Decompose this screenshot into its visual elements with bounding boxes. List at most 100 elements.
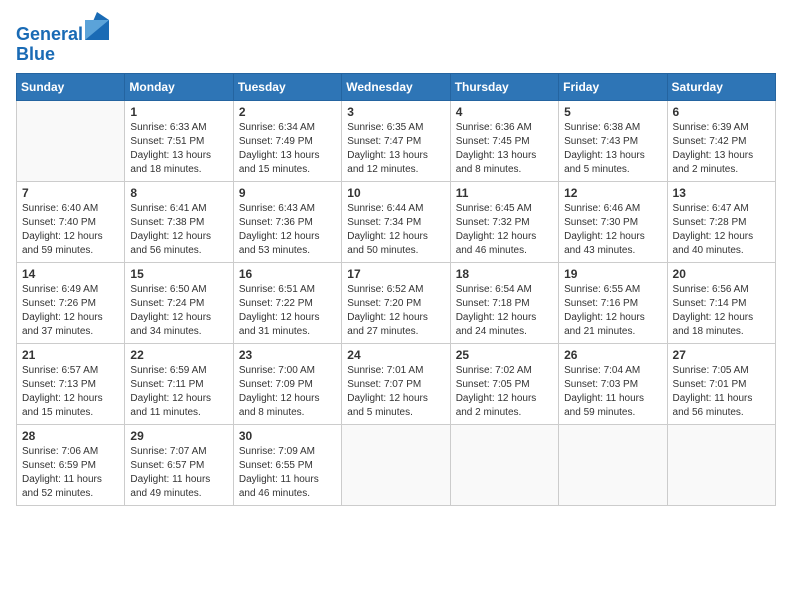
cell-text: Sunset: 7:40 PM xyxy=(22,216,119,230)
cell-text: Sunrise: 6:36 AM xyxy=(456,121,553,135)
cell-text: Sunset: 7:47 PM xyxy=(347,135,444,149)
day-number: 10 xyxy=(347,186,444,200)
page-header: General Blue xyxy=(16,16,776,65)
day-number: 13 xyxy=(673,186,770,200)
logo-general: General xyxy=(16,24,83,44)
cell-text: Daylight: 12 hours xyxy=(239,311,336,325)
day-number: 29 xyxy=(130,429,227,443)
cell-text: and 46 minutes. xyxy=(456,244,553,258)
day-header-tuesday: Tuesday xyxy=(233,73,341,100)
cell-text: Daylight: 12 hours xyxy=(239,392,336,406)
cell-text: Sunrise: 6:47 AM xyxy=(673,202,770,216)
cell-text: Sunset: 7:49 PM xyxy=(239,135,336,149)
calendar-week-4: 28Sunrise: 7:06 AMSunset: 6:59 PMDayligh… xyxy=(17,424,776,505)
cell-text: Sunset: 7:05 PM xyxy=(456,378,553,392)
day-header-wednesday: Wednesday xyxy=(342,73,450,100)
cell-text: Sunrise: 6:38 AM xyxy=(564,121,661,135)
cell-text: Sunset: 6:57 PM xyxy=(130,459,227,473)
cell-text: Daylight: 12 hours xyxy=(22,392,119,406)
day-number: 5 xyxy=(564,105,661,119)
calendar-cell: 10Sunrise: 6:44 AMSunset: 7:34 PMDayligh… xyxy=(342,181,450,262)
calendar-cell: 28Sunrise: 7:06 AMSunset: 6:59 PMDayligh… xyxy=(17,424,125,505)
calendar-week-2: 14Sunrise: 6:49 AMSunset: 7:26 PMDayligh… xyxy=(17,262,776,343)
calendar-week-0: 1Sunrise: 6:33 AMSunset: 7:51 PMDaylight… xyxy=(17,100,776,181)
cell-text: and 59 minutes. xyxy=(22,244,119,258)
cell-text: Sunrise: 6:39 AM xyxy=(673,121,770,135)
cell-text: Daylight: 13 hours xyxy=(130,149,227,163)
day-number: 27 xyxy=(673,348,770,362)
cell-text: Daylight: 12 hours xyxy=(456,392,553,406)
day-number: 20 xyxy=(673,267,770,281)
cell-text: Sunset: 7:30 PM xyxy=(564,216,661,230)
cell-text: and 21 minutes. xyxy=(564,325,661,339)
cell-text: Sunrise: 6:44 AM xyxy=(347,202,444,216)
calendar-cell: 2Sunrise: 6:34 AMSunset: 7:49 PMDaylight… xyxy=(233,100,341,181)
cell-text: Sunrise: 6:52 AM xyxy=(347,283,444,297)
calendar-cell: 21Sunrise: 6:57 AMSunset: 7:13 PMDayligh… xyxy=(17,343,125,424)
calendar-cell xyxy=(667,424,775,505)
cell-text: Sunset: 7:32 PM xyxy=(456,216,553,230)
cell-text: Sunrise: 7:00 AM xyxy=(239,364,336,378)
cell-text: and 5 minutes. xyxy=(347,406,444,420)
cell-text: Sunrise: 7:04 AM xyxy=(564,364,661,378)
cell-text: Sunset: 7:11 PM xyxy=(130,378,227,392)
cell-text: and 8 minutes. xyxy=(239,406,336,420)
logo: General Blue xyxy=(16,16,109,65)
calendar-cell: 19Sunrise: 6:55 AMSunset: 7:16 PMDayligh… xyxy=(559,262,667,343)
cell-text: and 2 minutes. xyxy=(673,163,770,177)
calendar-cell: 4Sunrise: 6:36 AMSunset: 7:45 PMDaylight… xyxy=(450,100,558,181)
cell-text: Sunrise: 6:34 AM xyxy=(239,121,336,135)
cell-text: Daylight: 11 hours xyxy=(673,392,770,406)
cell-text: Sunrise: 6:50 AM xyxy=(130,283,227,297)
cell-text: Daylight: 12 hours xyxy=(564,230,661,244)
day-number: 17 xyxy=(347,267,444,281)
cell-text: Daylight: 12 hours xyxy=(22,230,119,244)
cell-text: Daylight: 12 hours xyxy=(130,311,227,325)
calendar-cell: 3Sunrise: 6:35 AMSunset: 7:47 PMDaylight… xyxy=(342,100,450,181)
calendar-cell: 7Sunrise: 6:40 AMSunset: 7:40 PMDaylight… xyxy=(17,181,125,262)
cell-text: Sunset: 7:36 PM xyxy=(239,216,336,230)
cell-text: Sunset: 7:22 PM xyxy=(239,297,336,311)
cell-text: Daylight: 12 hours xyxy=(347,392,444,406)
day-number: 15 xyxy=(130,267,227,281)
day-number: 11 xyxy=(456,186,553,200)
day-number: 24 xyxy=(347,348,444,362)
cell-text: Sunset: 6:59 PM xyxy=(22,459,119,473)
day-number: 3 xyxy=(347,105,444,119)
logo-blue: Blue xyxy=(16,45,109,65)
calendar-cell xyxy=(450,424,558,505)
cell-text: Daylight: 11 hours xyxy=(22,473,119,487)
calendar-cell: 27Sunrise: 7:05 AMSunset: 7:01 PMDayligh… xyxy=(667,343,775,424)
cell-text: and 2 minutes. xyxy=(456,406,553,420)
day-number: 12 xyxy=(564,186,661,200)
calendar-cell: 17Sunrise: 6:52 AMSunset: 7:20 PMDayligh… xyxy=(342,262,450,343)
cell-text: Sunset: 7:13 PM xyxy=(22,378,119,392)
calendar-cell: 8Sunrise: 6:41 AMSunset: 7:38 PMDaylight… xyxy=(125,181,233,262)
cell-text: Sunrise: 7:05 AM xyxy=(673,364,770,378)
day-number: 18 xyxy=(456,267,553,281)
cell-text: and 56 minutes. xyxy=(130,244,227,258)
cell-text: Sunrise: 6:57 AM xyxy=(22,364,119,378)
calendar-cell: 26Sunrise: 7:04 AMSunset: 7:03 PMDayligh… xyxy=(559,343,667,424)
cell-text: Sunrise: 7:01 AM xyxy=(347,364,444,378)
cell-text: and 31 minutes. xyxy=(239,325,336,339)
cell-text: and 8 minutes. xyxy=(456,163,553,177)
cell-text: Sunrise: 6:45 AM xyxy=(456,202,553,216)
cell-text: and 49 minutes. xyxy=(130,487,227,501)
calendar-cell: 22Sunrise: 6:59 AMSunset: 7:11 PMDayligh… xyxy=(125,343,233,424)
cell-text: and 46 minutes. xyxy=(239,487,336,501)
cell-text: Daylight: 11 hours xyxy=(239,473,336,487)
cell-text: Sunset: 7:18 PM xyxy=(456,297,553,311)
cell-text: Sunset: 7:43 PM xyxy=(564,135,661,149)
day-header-saturday: Saturday xyxy=(667,73,775,100)
cell-text: Sunset: 7:03 PM xyxy=(564,378,661,392)
cell-text: and 56 minutes. xyxy=(673,406,770,420)
day-header-friday: Friday xyxy=(559,73,667,100)
cell-text: Sunrise: 6:54 AM xyxy=(456,283,553,297)
cell-text: and 50 minutes. xyxy=(347,244,444,258)
cell-text: and 18 minutes. xyxy=(130,163,227,177)
cell-text: Sunset: 7:14 PM xyxy=(673,297,770,311)
cell-text: Daylight: 13 hours xyxy=(673,149,770,163)
cell-text: Sunrise: 6:33 AM xyxy=(130,121,227,135)
cell-text: and 18 minutes. xyxy=(673,325,770,339)
